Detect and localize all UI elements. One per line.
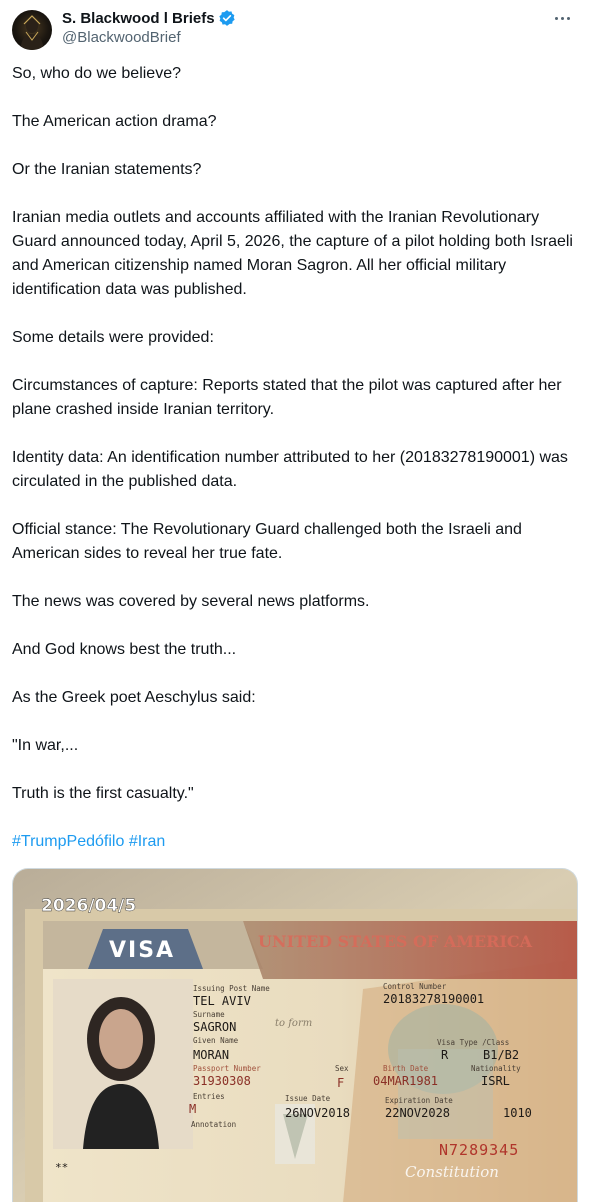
tweet-paragraph: Circumstances of capture: Reports stated… bbox=[12, 377, 562, 418]
birth-label: Birth Date bbox=[383, 1064, 429, 1073]
issuing-post-value: TEL AVIV bbox=[193, 994, 251, 1008]
tweet-media-image[interactable]: 2026/04/5 VISA UNITED STATES OF AMERICA … bbox=[12, 868, 578, 1202]
bottom-script-text: Constitution bbox=[405, 1163, 499, 1181]
visa-type-value: R bbox=[441, 1048, 449, 1062]
author-name-row: S. Blackwood l Briefs bbox=[62, 9, 236, 27]
tweet-paragraph: The American action drama? bbox=[12, 113, 217, 130]
portrait-photo bbox=[53, 979, 193, 1149]
nationality-value: ISRL bbox=[481, 1074, 510, 1088]
surname-value: SAGRON bbox=[193, 1020, 236, 1034]
issuing-post-label: Issuing Post Name bbox=[193, 984, 270, 993]
tweet-paragraph: Or the Iranian statements? bbox=[12, 161, 202, 178]
visa-class-value: B1/B2 bbox=[483, 1048, 519, 1062]
entries-value: M bbox=[189, 1102, 196, 1116]
sex-value: F bbox=[337, 1076, 344, 1090]
nationality-label: Nationality bbox=[471, 1064, 521, 1073]
script-text: to form bbox=[275, 1018, 312, 1029]
tweet-paragraph: As the Greek poet Aeschylus said: bbox=[12, 689, 256, 706]
date-stamp: 2026/04/5 bbox=[41, 896, 136, 916]
hashtag-link[interactable]: #TrumpPedófilo bbox=[12, 833, 124, 850]
avatar[interactable] bbox=[12, 10, 52, 50]
control-label: Control Number bbox=[383, 982, 447, 991]
visa-label: VISA bbox=[109, 938, 175, 963]
passport-label: Passport Number bbox=[193, 1064, 261, 1073]
author-handle[interactable]: @BlackwoodBrief bbox=[62, 29, 181, 46]
sex-label: Sex bbox=[335, 1064, 349, 1073]
tweet-header: S. Blackwood l Briefs @BlackwoodBrief bbox=[0, 0, 590, 62]
hashtag-row: #TrumpPedófilo #Iran bbox=[12, 830, 578, 854]
given-value: MORAN bbox=[193, 1048, 229, 1062]
author-display-name[interactable]: S. Blackwood l Briefs bbox=[62, 10, 215, 27]
serial-number: N7289345 bbox=[439, 1141, 519, 1159]
more-horizontal-icon[interactable] bbox=[550, 8, 574, 28]
code-value: 1010 bbox=[503, 1106, 532, 1120]
tweet-text: So, who do we believe? The American acti… bbox=[12, 62, 578, 854]
annotation-label: Annotation bbox=[191, 1120, 236, 1129]
tweet-paragraph: Iranian media outlets and accounts affil… bbox=[12, 209, 573, 298]
tweet-paragraph: Official stance: The Revolutionary Guard… bbox=[12, 521, 522, 562]
tweet-paragraph: Truth is the first casualty." bbox=[12, 785, 194, 802]
visa-banner: UNITED STATES OF AMERICA bbox=[258, 932, 533, 951]
birth-value: 04MAR1981 bbox=[373, 1074, 438, 1088]
surname-label: Surname bbox=[193, 1010, 225, 1019]
tweet-paragraph: Some details were provided: bbox=[12, 329, 214, 346]
issue-label: Issue Date bbox=[285, 1094, 331, 1103]
tweet-paragraph: Identity data: An identification number … bbox=[12, 449, 568, 490]
tweet-paragraph: "In war,... bbox=[12, 737, 79, 754]
expiry-label: Expiration Date bbox=[385, 1096, 453, 1105]
stars-mark: ** bbox=[55, 1161, 68, 1174]
hashtag-link[interactable]: #Iran bbox=[129, 833, 165, 850]
control-value: 20183278190001 bbox=[383, 992, 484, 1006]
visa-photo: 2026/04/5 VISA UNITED STATES OF AMERICA … bbox=[13, 869, 577, 1202]
tweet-paragraph: And God knows best the truth... bbox=[12, 641, 237, 658]
tweet-paragraph: The news was covered by several news pla… bbox=[12, 593, 370, 610]
entries-label: Entries bbox=[193, 1092, 225, 1101]
given-label: Given Name bbox=[193, 1036, 239, 1045]
tweet-paragraph: So, who do we believe? bbox=[12, 65, 181, 82]
verified-badge-icon bbox=[218, 9, 236, 27]
avatar-icon bbox=[20, 15, 44, 50]
issue-value: 26NOV2018 bbox=[285, 1106, 350, 1120]
passport-value: 31930308 bbox=[193, 1074, 251, 1088]
expiry-value: 22NOV2028 bbox=[385, 1106, 450, 1120]
visa-type-label: Visa Type /Class bbox=[437, 1038, 509, 1047]
